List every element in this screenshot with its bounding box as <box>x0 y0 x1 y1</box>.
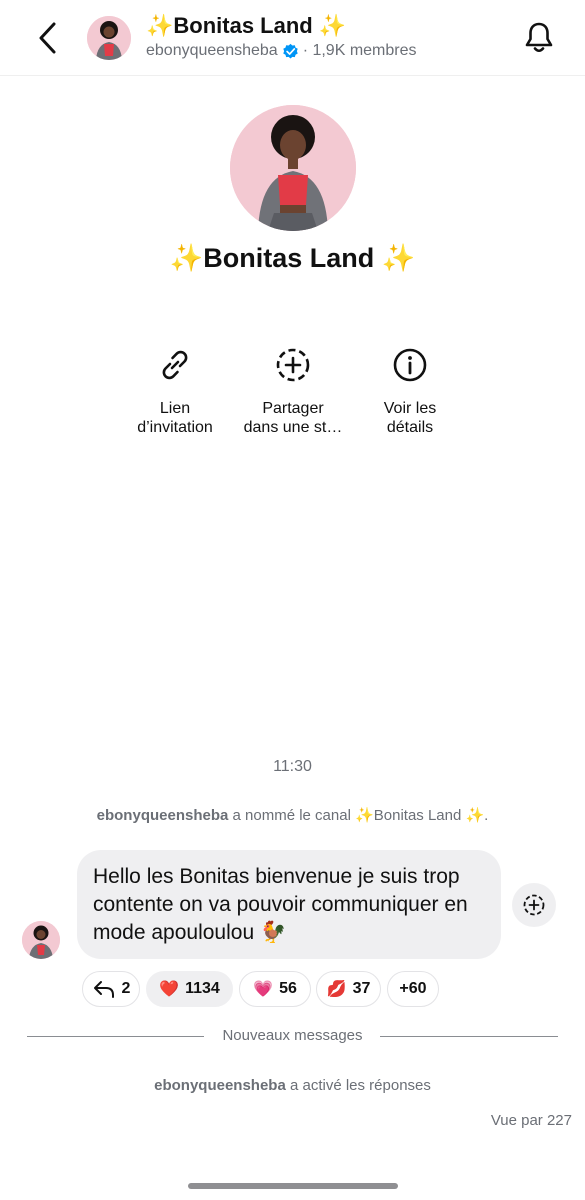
system-message-user[interactable]: ebonyqueensheba <box>97 807 229 824</box>
kiss-mark-icon: 💋 <box>326 981 347 998</box>
invite-link-button[interactable]: Lien d’invitation <box>110 345 240 437</box>
invite-link-label: Lien d’invitation <box>137 400 213 436</box>
message-timestamp: 11:30 <box>273 758 312 775</box>
system-message-text: a nommé le canal ✨Bonitas Land ✨. <box>228 807 489 824</box>
reply-icon <box>93 981 114 998</box>
channel-header: ✨Bonitas Land ✨ ebonyqueensheba · 1,9K m… <box>0 0 585 76</box>
reaction-count: 1134 <box>185 980 220 997</box>
add-story-icon <box>276 348 310 382</box>
reaction-chip-kiss[interactable]: 💋 37 <box>316 971 381 1007</box>
view-details-button[interactable]: Voir les détails <box>345 345 475 437</box>
add-reaction-button[interactable] <box>512 883 556 927</box>
system-message-renamed: ebonyqueensheba a nommé le canal ✨Bonita… <box>0 806 585 824</box>
notifications-button[interactable] <box>519 18 559 58</box>
seen-by-count[interactable]: Vue par 227 <box>491 1112 572 1129</box>
chevron-left-icon <box>39 22 56 54</box>
owner-username[interactable]: ebonyqueensheba <box>146 40 278 62</box>
system-message-text: a activé les réponses <box>285 1077 431 1094</box>
sparkling-heart-icon: 💗 <box>253 981 274 998</box>
system-message-user[interactable]: ebonyqueensheba <box>154 1077 286 1094</box>
system-message-replies: ebonyqueensheba a activé les réponses <box>0 1077 585 1094</box>
channel-name: ✨Bonitas Land ✨ <box>169 243 416 273</box>
reaction-count: 37 <box>352 980 371 997</box>
red-heart-icon: ❤️ <box>159 981 180 998</box>
share-story-button[interactable]: Partager dans une st… <box>228 345 358 437</box>
channel-avatar-large[interactable] <box>230 105 356 231</box>
add-reaction-icon <box>523 894 545 916</box>
verified-badge-icon <box>282 43 298 58</box>
sender-avatar[interactable] <box>22 921 60 959</box>
replies-count: 2 <box>121 980 131 997</box>
new-messages-divider: Nouveaux messages <box>27 1027 558 1047</box>
more-reactions-count: +60 <box>399 980 427 997</box>
bell-icon <box>525 22 553 53</box>
reaction-count: 56 <box>279 980 297 997</box>
link-icon <box>162 350 188 380</box>
avatar-photo <box>22 921 60 959</box>
reaction-chip-pink-heart[interactable]: 💗 56 <box>239 971 311 1007</box>
header-title-block: ✨Bonitas Land ✨ ebonyqueensheba · 1,9K m… <box>146 12 417 62</box>
avatar-photo <box>230 105 356 231</box>
replies-chip[interactable]: 2 <box>82 971 140 1007</box>
view-details-label: Voir les détails <box>383 400 437 436</box>
message-bubble[interactable]: Hello les Bonitas bienvenue je suis trop… <box>77 850 501 959</box>
channel-avatar-small[interactable] <box>87 16 131 60</box>
reaction-chip-heart[interactable]: ❤️ 1134 <box>146 971 233 1007</box>
info-icon <box>393 348 427 382</box>
back-button[interactable] <box>28 18 68 58</box>
divider-line-right <box>380 1036 558 1037</box>
member-count: · 1,9K membres <box>302 42 417 59</box>
header-subtitle: ebonyqueensheba · 1,9K membres <box>146 40 417 62</box>
header-title: ✨Bonitas Land ✨ <box>146 13 347 38</box>
more-reactions-chip[interactable]: +60 <box>387 971 439 1007</box>
avatar-photo <box>87 16 131 60</box>
home-indicator[interactable] <box>188 1183 398 1189</box>
share-story-label: Partager dans une st… <box>243 400 343 436</box>
